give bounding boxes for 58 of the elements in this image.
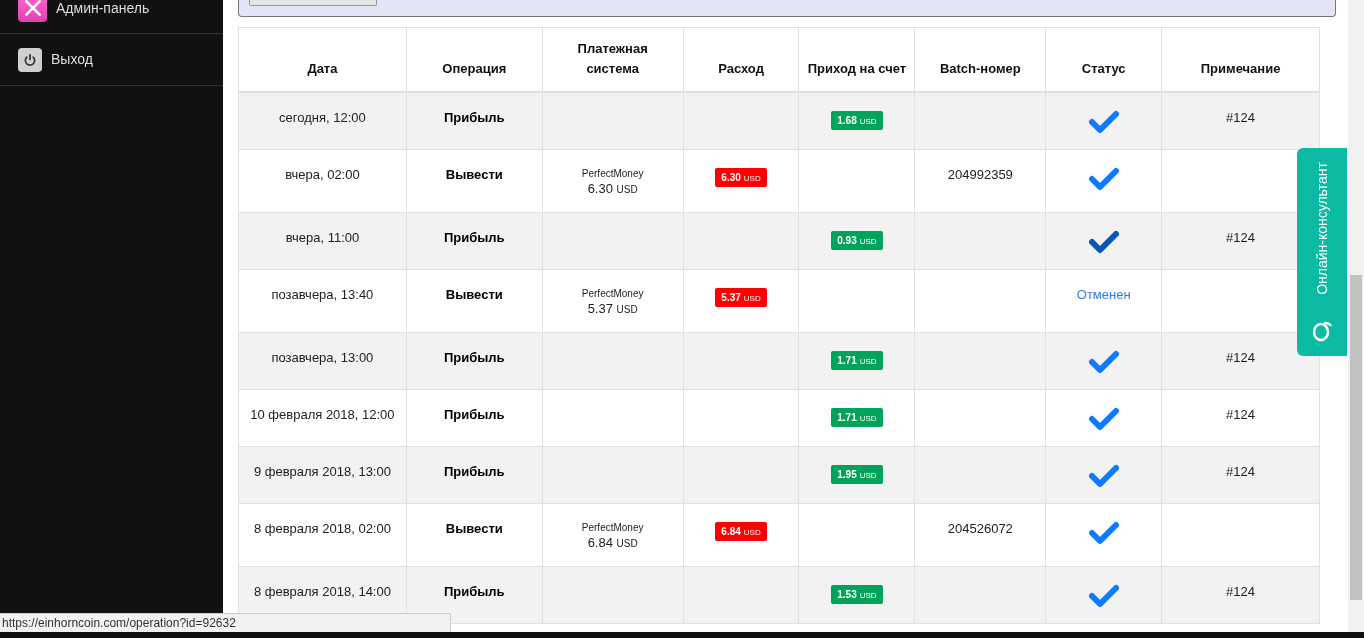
date-cell: позавчера, 13:00 — [271, 350, 374, 365]
panel-button[interactable] — [249, 0, 377, 6]
date-cell: 8 февраля 2018, 14:00 — [253, 584, 391, 599]
operation-cell: Прибыль — [443, 350, 505, 365]
power-icon — [18, 47, 42, 72]
date-cell: вчера, 02:00 — [285, 167, 360, 182]
note-cell: #124 — [1226, 584, 1256, 599]
date-cell: сегодня, 12:00 — [279, 110, 366, 125]
note-cell: #124 — [1226, 407, 1256, 422]
income-badge: 1.71 USD — [831, 351, 883, 370]
column-header: Batch-номер — [915, 28, 1047, 91]
chat-icon — [1312, 320, 1332, 342]
income-badge: 1.71 USD — [831, 408, 883, 427]
scrollbar-thumb[interactable] — [1350, 275, 1362, 600]
operation-cell: Прибыль — [443, 464, 505, 479]
column-header: Примечание — [1162, 28, 1320, 91]
operation-cell: Вывести — [445, 167, 503, 182]
status-url: https://einhorncoin.com/operation?id=92632 — [0, 613, 451, 632]
note-cell: #124 — [1226, 350, 1256, 365]
column-header: Дата — [239, 28, 407, 91]
operation-cell: Прибыль — [443, 407, 505, 422]
column-header: Операция — [406, 28, 543, 91]
date-cell: 10 февраля 2018, 12:00 — [250, 407, 395, 422]
expense-badge: 6.30 USD — [715, 168, 767, 187]
operation-cell: Вывести — [445, 521, 503, 536]
operation-cell: Прибыль — [443, 230, 505, 245]
payment-amount: 6.84 USD — [587, 534, 638, 552]
income-badge: 1.68 USD — [831, 111, 883, 130]
income-badge: 0.93 USD — [831, 231, 883, 250]
operation-cell: Вывести — [445, 287, 503, 302]
note-cell: #124 — [1226, 230, 1256, 245]
column-header: Статус — [1046, 28, 1163, 91]
column-header: Платежная система — [542, 28, 684, 91]
note-cell: #124 — [1226, 464, 1256, 479]
date-cell: 9 февраля 2018, 13:00 — [253, 464, 391, 479]
expense-badge: 6.84 USD — [715, 522, 767, 541]
date-cell: вчера, 11:00 — [285, 230, 360, 245]
sidebar-item[interactable]: Админ-панель — [0, 0, 223, 34]
column-header: Приход на счет — [799, 28, 916, 91]
scrollbar[interactable] — [1348, 0, 1364, 632]
payment-system: PerfectMoney — [581, 521, 644, 534]
column-header: Расход — [683, 28, 800, 91]
batch-number: 204526072 — [947, 521, 1013, 536]
income-badge: 1.95 USD — [831, 465, 883, 484]
payment-system: PerfectMoney — [581, 167, 644, 180]
note-cell: #124 — [1226, 110, 1256, 125]
batch-number: 204992359 — [947, 167, 1013, 182]
payment-system: PerfectMoney — [581, 287, 644, 300]
operation-cell: Прибыль — [443, 584, 505, 599]
date-cell: 8 февраля 2018, 02:00 — [253, 521, 391, 536]
expense-badge: 5.37 USD — [715, 288, 767, 307]
status-link[interactable]: Отменен — [1076, 285, 1131, 305]
payment-amount: 6.30 USD — [587, 180, 638, 198]
income-badge: 1.53 USD — [831, 585, 883, 604]
date-cell: позавчера, 13:40 — [271, 287, 374, 302]
payment-amount: 5.37 USD — [587, 300, 638, 318]
operation-cell: Прибыль — [443, 110, 505, 125]
sidebar-item[interactable]: Выход — [0, 34, 223, 86]
